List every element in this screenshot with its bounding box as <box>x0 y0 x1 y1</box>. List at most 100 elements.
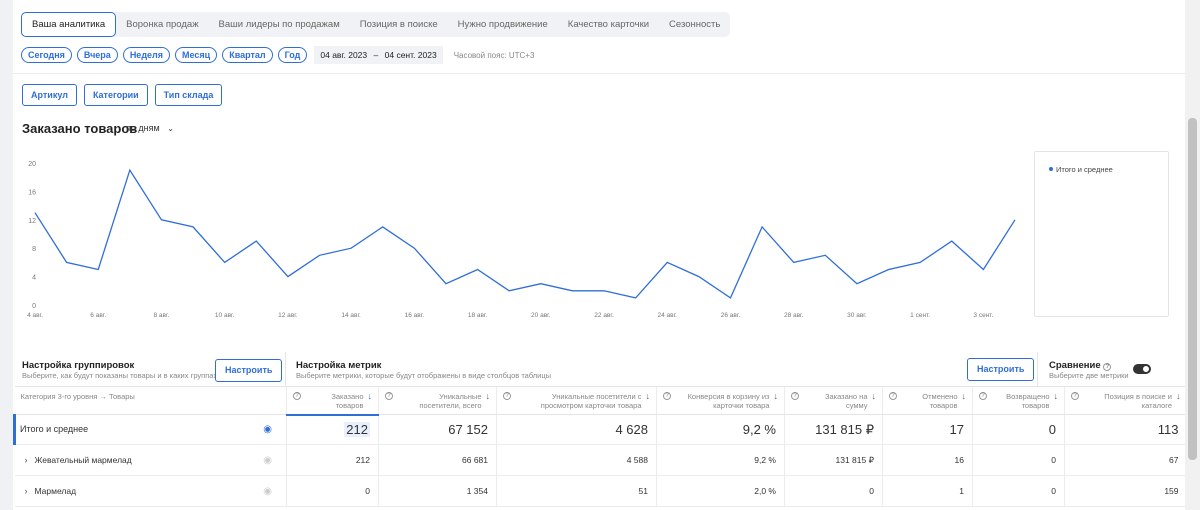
table-cell: 9,2 % <box>656 414 785 445</box>
legend-item[interactable]: Итого и среднее <box>1049 165 1113 174</box>
tab-1[interactable]: Воронка продаж <box>116 12 208 37</box>
period-chip-0[interactable]: Сегодня <box>21 47 72 63</box>
filter-bar: Артикул Категории Тип склада <box>22 84 223 106</box>
column-header[interactable]: ? Отменено товаров ↓ <box>882 386 973 415</box>
sort-arrow-icon[interactable]: ↓ <box>646 392 651 401</box>
column-header[interactable]: ? Уникальные посетители, всего ↓ <box>378 386 497 415</box>
table-cell: 17 <box>882 414 973 445</box>
table-cell: 66 681 <box>378 444 497 476</box>
divider <box>13 73 1185 74</box>
column-header[interactable]: ? Заказано на сумму ↓ <box>784 386 883 415</box>
column-header-content: ? Заказано товаров ↓ <box>287 392 378 410</box>
cell-value: 0 <box>365 486 370 496</box>
period-chip-3[interactable]: Месяц <box>175 47 218 63</box>
help-icon[interactable]: ? <box>293 392 301 400</box>
tab-6[interactable]: Сезонность <box>659 12 730 37</box>
table-cell: 4 588 <box>496 444 657 476</box>
tab-0[interactable]: Ваша аналитика <box>21 12 117 37</box>
help-icon[interactable]: ? <box>889 392 897 400</box>
sort-arrow-icon[interactable]: ↓ <box>486 392 491 401</box>
chevron-right-icon[interactable]: › <box>25 455 28 465</box>
filter-button-0[interactable]: Артикул <box>22 84 77 106</box>
x-tick-label: 26 авг. <box>721 312 741 319</box>
period-chip-1[interactable]: Вчера <box>76 47 118 63</box>
column-header[interactable]: ? Конверсия в корзину из карточки товара ↓ <box>656 386 785 415</box>
column-header-label: Возвращено товаров <box>1006 392 1050 410</box>
sort-arrow-icon[interactable]: ↓ <box>872 392 877 401</box>
x-tick-label: 20 авг. <box>531 312 551 319</box>
x-tick-label: 1 сент. <box>910 312 930 319</box>
table-cell: 0 <box>784 475 883 507</box>
table-settings-bar: Настройка группировок Выберите, как буду… <box>13 352 1185 386</box>
sort-arrow-icon[interactable]: ↓ <box>1054 392 1059 401</box>
chart-mode-label: по дням <box>126 123 160 133</box>
cell-value: 212 <box>344 422 370 438</box>
eye-icon[interactable]: ◉ <box>263 486 272 497</box>
table-row[interactable]: › Жевательный мармелад ◉ 212 66 681 4 588 9,2 … <box>14 444 1185 476</box>
column-header-content: ? Позиция в поиске и каталоге ↓ <box>1065 392 1185 410</box>
column-header[interactable]: ? Возвращено товаров ↓ <box>972 386 1065 415</box>
help-icon[interactable]: ? <box>1103 363 1112 371</box>
filter-button-1[interactable]: Категории <box>83 84 148 106</box>
metrics-settings-button[interactable]: Настроить <box>967 358 1035 381</box>
column-header-content: ? Отменено товаров ↓ <box>883 392 972 410</box>
column-header-label: Позиция в поиске и каталоге <box>1104 392 1172 410</box>
x-tick-label: 10 авг. <box>215 312 235 319</box>
legend-dot-icon <box>1049 167 1053 171</box>
help-icon[interactable]: ? <box>791 392 799 400</box>
cell-value: 4 588 <box>626 455 648 465</box>
table-total-row[interactable]: Итого и среднее ◉ 212 67 152 4 628 9,2 % 131 8… <box>13 414 1185 445</box>
sort-arrow-icon[interactable]: ↓ <box>962 392 967 401</box>
column-header[interactable]: ? Уникальные посетители с просмотром карт… <box>496 386 657 415</box>
table-row[interactable]: › Мармелад ◉ 0 1 354 51 2,0 % 0 1 0 159 <box>14 475 1185 507</box>
table-cell: 1 <box>882 475 973 507</box>
period-chip-2[interactable]: Неделя <box>122 47 171 63</box>
table-cell: 212 <box>286 444 379 476</box>
help-icon[interactable]: ? <box>979 392 987 400</box>
legend-label: Итого и среднее <box>1056 165 1113 174</box>
help-icon[interactable]: ? <box>1071 392 1079 400</box>
period-chip-5[interactable]: Год <box>277 47 308 63</box>
tab-2[interactable]: Ваши лидеры по продажам <box>209 12 350 37</box>
table-cell: 0 <box>972 475 1065 507</box>
tab-3[interactable]: Позиция в поиске <box>350 12 448 37</box>
period-chip-4[interactable]: Квартал <box>222 47 273 63</box>
table-cell: 4 628 <box>496 414 657 445</box>
help-icon[interactable]: ? <box>503 392 511 400</box>
table-cell: 9,2 % <box>656 444 785 476</box>
chevron-right-icon[interactable]: › <box>25 486 28 496</box>
tab-4[interactable]: Нужно продвижение <box>448 12 558 37</box>
divider <box>285 352 286 386</box>
cell-value: 0 <box>1048 422 1056 437</box>
sort-arrow-icon[interactable]: ↓ <box>368 392 373 401</box>
column-header-label: Заказано на сумму <box>824 392 868 410</box>
grouping-settings-button[interactable]: Настроить <box>215 359 283 382</box>
eye-icon[interactable]: ◉ <box>263 455 272 466</box>
tab-5[interactable]: Качество карточки <box>558 12 659 37</box>
sort-arrow-icon[interactable]: ↓ <box>774 392 779 401</box>
table-cell: 0 <box>972 444 1065 476</box>
filter-button-2[interactable]: Тип склада <box>154 84 223 106</box>
column-header[interactable]: ? Заказано товаров ↓ <box>286 386 379 416</box>
column-header-label: Уникальные посетители, всего <box>419 392 482 410</box>
column-header-label: Конверсия в корзину из карточки товара <box>687 392 770 410</box>
cell-value: 9,2 % <box>754 455 776 465</box>
help-icon[interactable]: ? <box>385 392 393 400</box>
help-icon[interactable]: ? <box>663 392 671 400</box>
cell-value: 159 <box>1164 486 1179 496</box>
scrollbar[interactable] <box>1185 0 1200 510</box>
series-line[interactable] <box>34 168 1016 299</box>
table-cell: 113 <box>1064 414 1185 445</box>
cell-value: 113 <box>1157 422 1179 437</box>
scrollbar-thumb[interactable] <box>1188 118 1197 460</box>
sort-arrow-icon[interactable]: ↓ <box>1176 392 1181 401</box>
column-header[interactable]: ? Позиция в поиске и каталоге ↓ <box>1064 386 1185 415</box>
chart-mode-select[interactable]: по дням ⌄ <box>126 123 174 133</box>
table-cell: 67 <box>1064 444 1185 476</box>
y-tick-label: 16 <box>28 189 36 196</box>
column-header-content: ? Уникальные посетители с просмотром карт… <box>497 392 656 410</box>
compare-toggle[interactable] <box>1133 364 1151 374</box>
eye-icon[interactable]: ◉ <box>263 424 272 435</box>
date-range-picker[interactable]: 04 авг. 2023 – 04 сент. 2023 <box>314 46 443 64</box>
x-tick-label: 30 авг. <box>847 312 867 319</box>
